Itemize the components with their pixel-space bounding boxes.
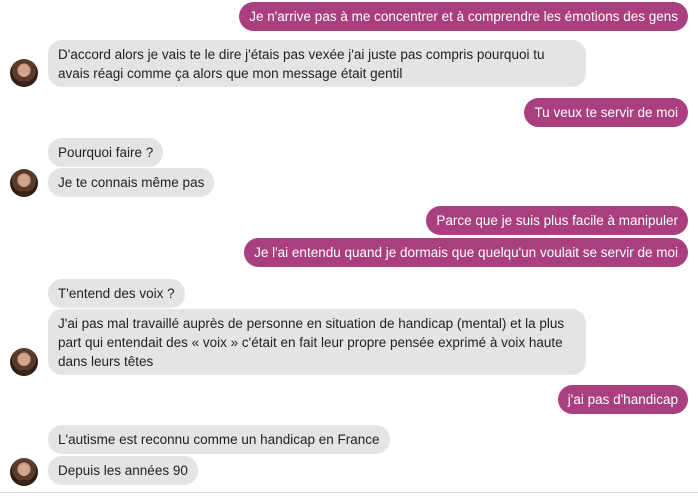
contact-avatar-icon[interactable]: [10, 59, 38, 87]
message-incoming[interactable]: J'ai pas mal travaillé auprès de personn…: [48, 309, 586, 375]
message-incoming[interactable]: T'entend des voix ?: [48, 279, 185, 308]
message-outgoing[interactable]: Je l'ai entendu quand je dormais que que…: [244, 238, 688, 267]
message-incoming[interactable]: L'autisme est reconnu comme un handicap …: [48, 425, 390, 454]
message-outgoing[interactable]: Tu veux te servir de moi: [524, 98, 688, 127]
message-outgoing[interactable]: j'ai pas d'handicap: [557, 385, 688, 414]
message-incoming[interactable]: D'accord alors je vais te le dire j'étai…: [48, 40, 586, 87]
message-outgoing[interactable]: Parce que je suis plus facile à manipule…: [426, 206, 688, 235]
message-outgoing[interactable]: Je n'arrive pas à me concentrer et à com…: [239, 2, 688, 31]
contact-avatar-icon[interactable]: [10, 169, 38, 197]
message-incoming[interactable]: Depuis les années 90: [48, 456, 198, 485]
message-incoming[interactable]: Je te connais même pas: [48, 168, 215, 197]
chat-thread: Je n'arrive pas à me concentrer et à com…: [0, 0, 698, 496]
contact-avatar-icon[interactable]: [10, 348, 38, 376]
divider: [0, 492, 698, 493]
message-incoming[interactable]: Pourquoi faire ?: [48, 138, 164, 167]
contact-avatar-icon[interactable]: [10, 458, 38, 486]
